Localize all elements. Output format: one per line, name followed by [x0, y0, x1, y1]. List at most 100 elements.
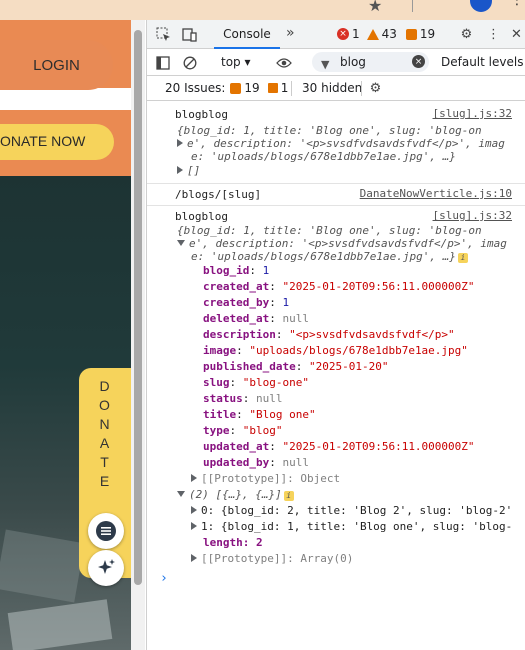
property-value: "blog-one" [242, 376, 309, 389]
property-value: null [282, 456, 309, 469]
console-filter-input[interactable]: ▼ blog × [312, 52, 429, 72]
info-icon[interactable]: i [457, 253, 468, 263]
log-levels-value: Default levels [441, 55, 524, 69]
inspect-element-icon[interactable] [155, 26, 172, 43]
hero-image-detail [7, 599, 113, 650]
close-devtools-icon[interactable]: ✕ [508, 26, 525, 43]
donate-letter: A [99, 435, 111, 451]
property-key: created_at [203, 280, 270, 293]
expand-triangle-icon[interactable] [177, 166, 183, 174]
msg1-array-text: [] [187, 164, 201, 177]
login-button-label: LOGIN [33, 56, 80, 74]
browser-menu-icon[interactable]: ⋮ [510, 0, 524, 8]
expand-triangle-icon[interactable] [177, 139, 183, 147]
issues-summary[interactable]: 20 Issues: 19 1 [165, 81, 288, 95]
device-toolbar-icon[interactable] [181, 26, 198, 43]
property-key: title [203, 408, 237, 421]
object-property-row: status: null [203, 392, 283, 405]
object-property-row: updated_by: null [203, 456, 309, 469]
login-button[interactable]: LOGIN [0, 40, 113, 90]
console-output: blogblog [slug].js:32 {blog_id: 1, title… [147, 101, 525, 650]
filter-value: blog [340, 55, 366, 69]
clear-filter-icon[interactable]: × [412, 55, 425, 68]
property-key: status [203, 392, 243, 405]
object-property-row: type: "blog" [203, 424, 283, 437]
profile-avatar[interactable] [470, 0, 492, 12]
settings-gear-icon[interactable]: ⚙ [458, 26, 475, 43]
chat-button[interactable] [88, 513, 124, 549]
console-filterbar: top ▾ ▼ blog × Default levels ▾ [147, 49, 525, 76]
msg3-source-link[interactable]: [slug].js:32 [433, 209, 512, 222]
collapse-triangle-icon[interactable] [177, 240, 185, 246]
array-item-0[interactable]: 0: {blog_id: 2, title: 'Blog 2', slug: '… [191, 503, 525, 519]
more-tabs-icon[interactable]: » [286, 25, 295, 41]
toolbar-divider [412, 0, 413, 12]
sparkle-icon [98, 559, 115, 574]
issue-flag-icon [230, 82, 242, 94]
property-value: "2025-01-20" [308, 360, 389, 373]
property-value: "uploads/blogs/678e1dbb7e1ae.jpg" [249, 344, 468, 357]
donate-vertical-letters: DONATE [79, 378, 131, 490]
property-value: "<p>svsdfvdsavdsfvdf</p>" [289, 328, 455, 341]
page-scrollbar-thumb[interactable] [134, 30, 142, 585]
collapse-triangle-icon[interactable] [177, 491, 185, 497]
log-levels-select[interactable]: Default levels ▾ [441, 55, 525, 69]
message-divider [147, 183, 525, 184]
property-key: published_date [203, 360, 296, 373]
msg1-array[interactable]: [] [177, 163, 525, 179]
array-prototype-text: [[Prototype]]: Array(0) [201, 552, 354, 565]
error-icon: × [337, 28, 349, 40]
array-prototype-row[interactable]: [[Prototype]]: Array(0) [191, 551, 525, 567]
clear-console-icon[interactable] [181, 54, 198, 71]
devtools-tabbar: Console » × 1 43 19 ⚙ ⋮ ✕ [147, 20, 525, 49]
property-key: deleted_at [203, 312, 270, 325]
array-header-row[interactable]: (2) [{…}, {…}] i [177, 487, 525, 503]
info-icon[interactable]: i [283, 491, 294, 501]
msg1-source-link[interactable]: [slug].js:32 [433, 107, 512, 120]
array-item-1[interactable]: 1: {blog_id: 1, title: 'Blog one', slug:… [191, 519, 525, 535]
context-select[interactable]: top ▾ [221, 55, 251, 69]
issues-divider [291, 81, 292, 96]
hero-image-detail [0, 529, 85, 603]
object-property-row: updated_at: "2025-01-20T09:56:11.000000Z… [203, 440, 475, 453]
devtools-menu-icon[interactable]: ⋮ [485, 26, 502, 43]
donate-letter: O [99, 397, 111, 413]
page-scrollbar[interactable] [131, 20, 145, 650]
object-property-row: slug: "blog-one" [203, 376, 309, 389]
expand-triangle-icon[interactable] [191, 506, 197, 514]
header-divider [0, 88, 131, 110]
tab-console[interactable]: Console [214, 20, 280, 49]
prototype-object-text: [[Prototype]]: Object [201, 472, 341, 485]
ai-assist-button[interactable] [88, 550, 124, 586]
warning-count: 43 [381, 27, 397, 41]
hidden-count: 30 hidden [302, 81, 362, 95]
property-value: "blog" [242, 424, 283, 437]
object-property-row: description: "<p>svsdfvdsavdsfvdf</p>" [203, 328, 455, 341]
console-settings-gear-icon[interactable]: ⚙ [367, 80, 384, 97]
expand-triangle-icon[interactable] [191, 554, 197, 562]
prototype-object-row[interactable]: [[Prototype]]: Object [191, 471, 525, 487]
expand-triangle-icon[interactable] [191, 522, 197, 530]
property-key: type [203, 424, 230, 437]
property-value: "2025-01-20T09:56:11.000000Z" [282, 280, 475, 293]
bookmark-star-icon[interactable]: ★ [368, 0, 382, 15]
issues-label: 20 Issues: [165, 81, 226, 95]
array-item-1-text: 1: {blog_id: 1, title: 'Blog one', slug:… [201, 520, 513, 533]
live-expression-eye-icon[interactable] [275, 54, 292, 71]
msg2-source-link[interactable]: DanateNowVerticle.js:10 [360, 187, 512, 200]
error-count: 1 [352, 27, 360, 41]
donate-now-button[interactable]: ONATE NOW [0, 124, 114, 160]
property-key: image [203, 344, 237, 357]
property-value: "Blog one" [249, 408, 316, 421]
property-value: null [282, 312, 309, 325]
sidebar-toggle-icon[interactable] [154, 54, 171, 71]
expand-triangle-icon[interactable] [191, 474, 197, 482]
object-property-row: blog_id: 1 [203, 264, 270, 277]
context-select-value: top [221, 55, 241, 69]
website-viewport: LOGIN ONATE NOW DONATE [0, 20, 131, 650]
console-prompt[interactable]: › [160, 571, 168, 586]
array-length: length: 2 [203, 536, 263, 549]
tab-console-label: Console [223, 26, 271, 41]
error-warning-counter[interactable]: × 1 43 19 [337, 27, 435, 41]
donate-letter: T [100, 454, 110, 470]
